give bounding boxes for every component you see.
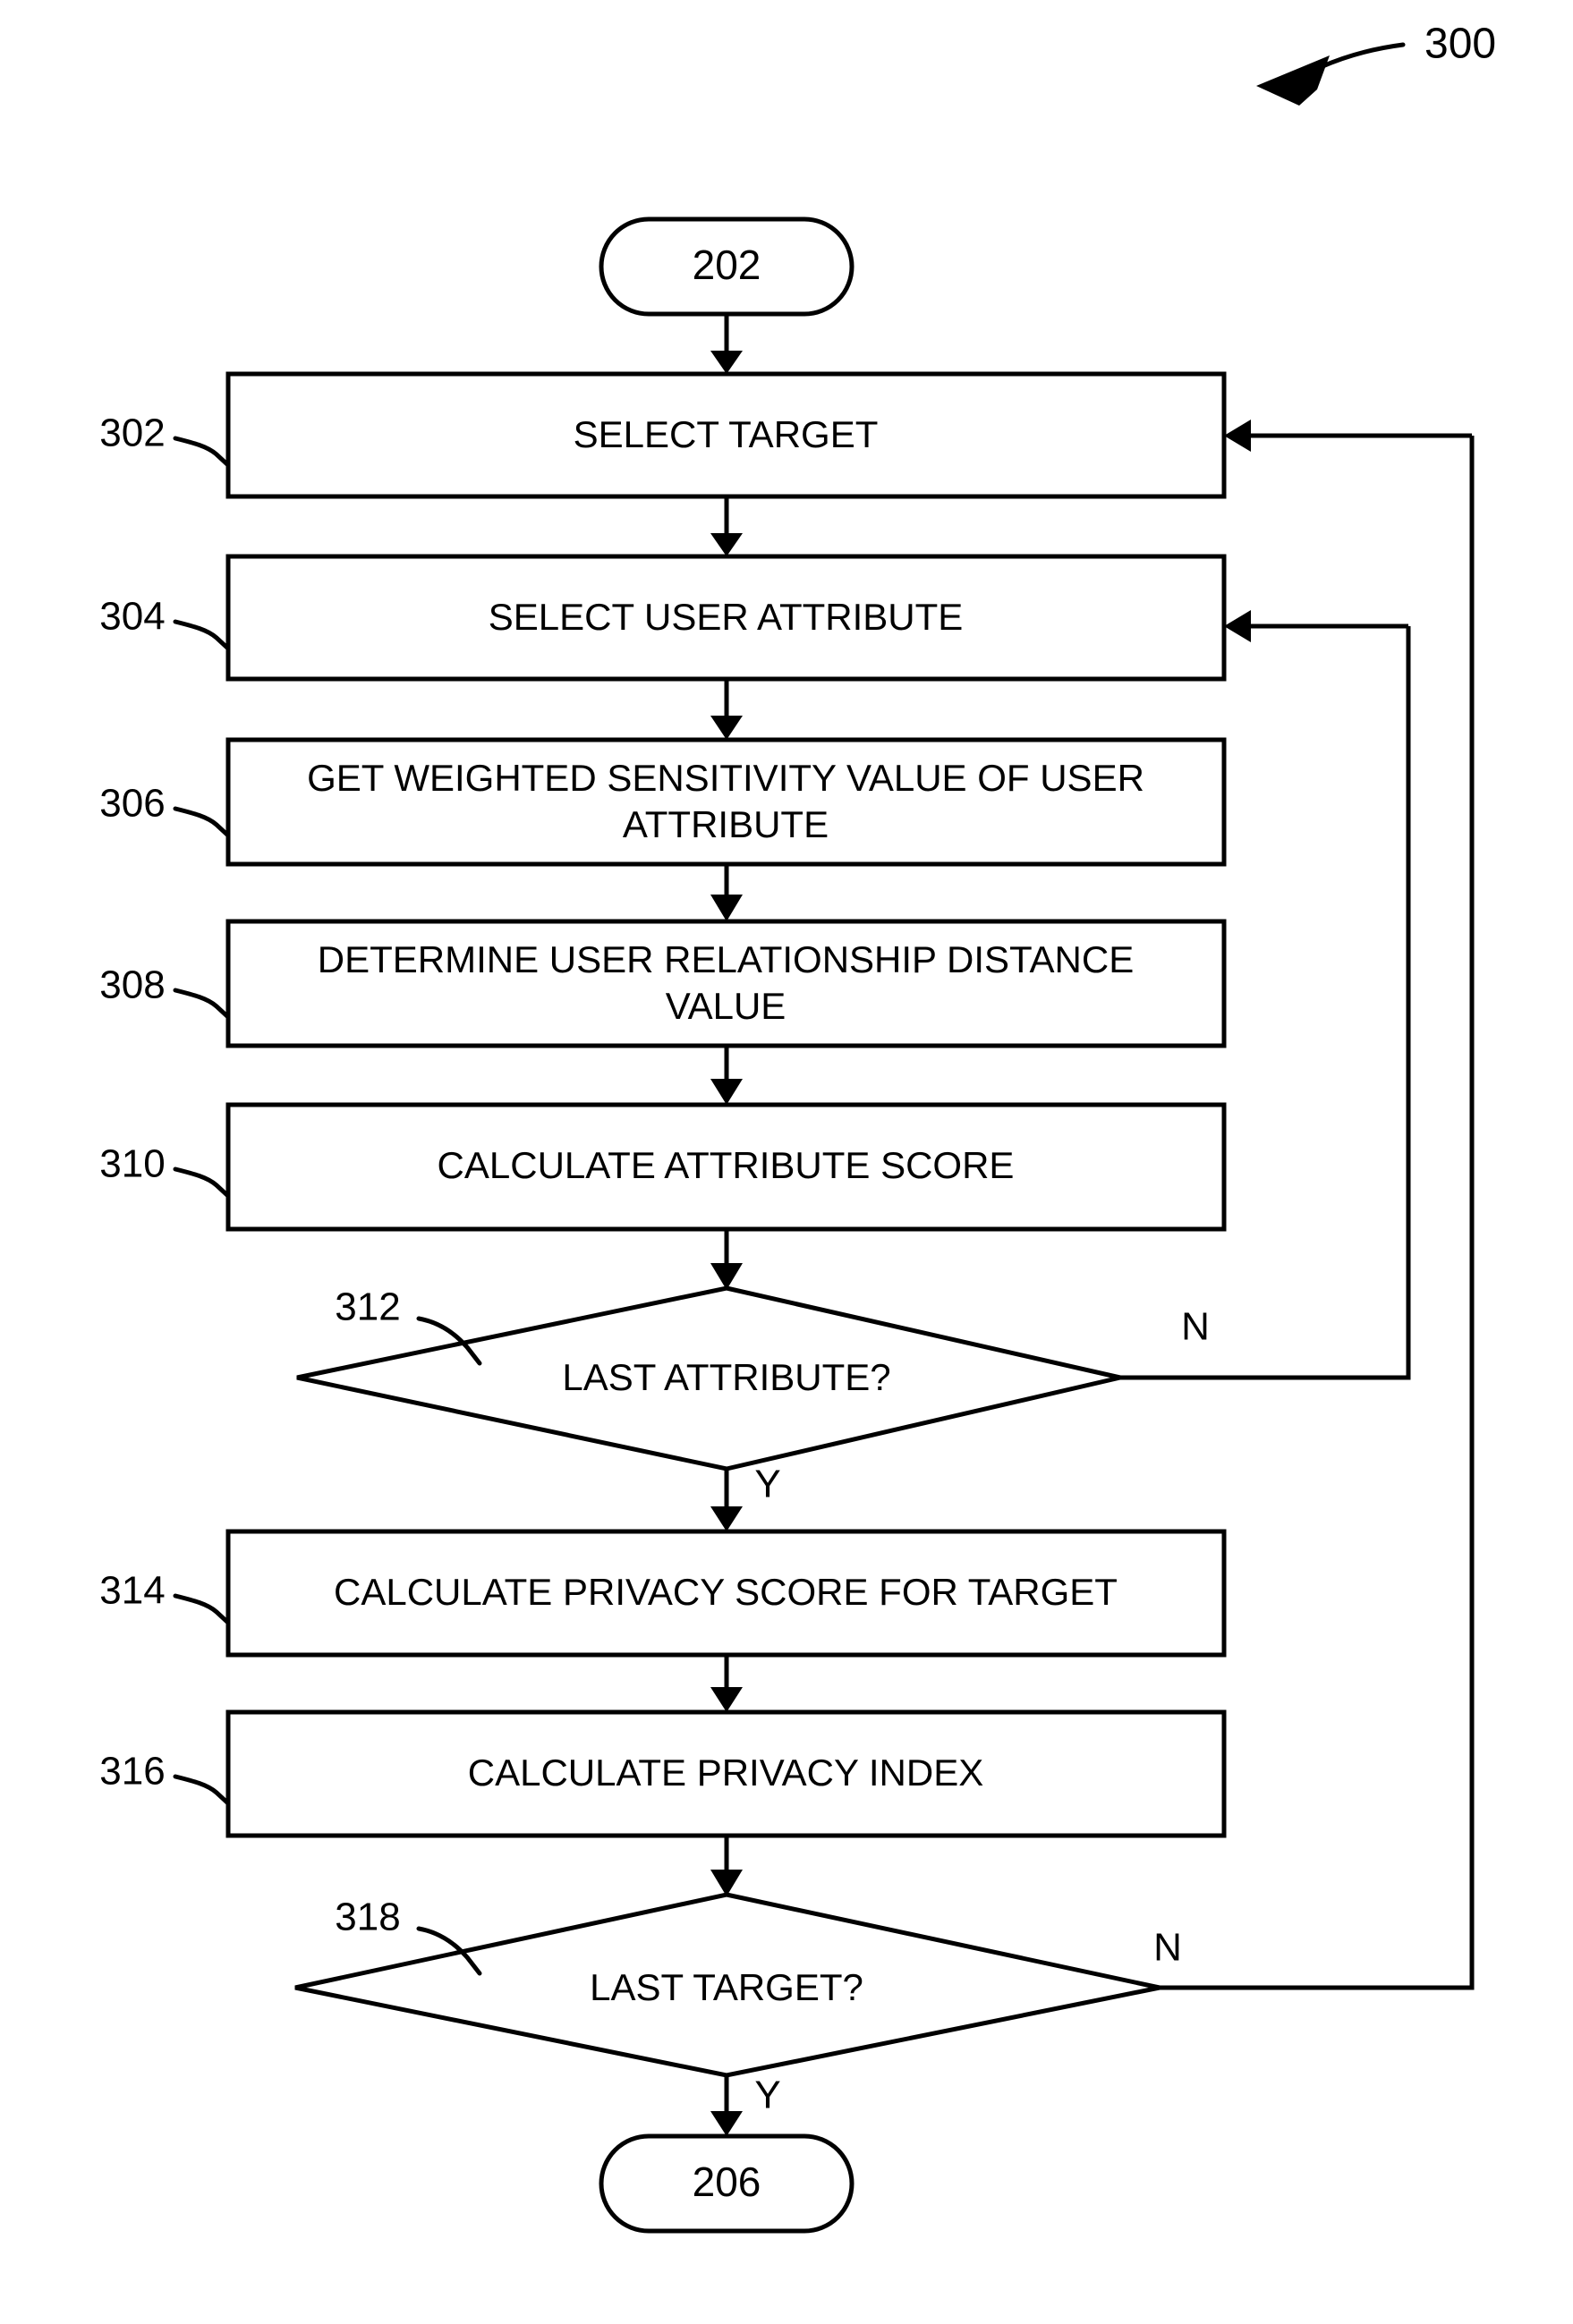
node-318: LAST TARGET? [294, 1892, 1161, 2078]
curved-arrow-head-icon [1256, 55, 1330, 106]
reference-number-314: 314 [99, 1569, 165, 1613]
node-312: LAST ATTRIBUTE? [296, 1285, 1121, 1472]
process-box-306-label-line2: ATTRIBUTE [623, 803, 829, 845]
figure-number-label: 300 [1424, 21, 1496, 68]
figure-canvas: 300 202 SELECT TARGET 302 SELECT USER AT… [0, 0, 1573, 2324]
curved-arrow-icon [1318, 42, 1406, 70]
reference-number-304: 304 [99, 595, 165, 639]
figure-number-group: 300 [1256, 21, 1496, 106]
process-box-304-label: SELECT USER ATTRIBUTE [489, 596, 964, 638]
connector-316-to-318 [710, 1836, 743, 1896]
end-terminator-label: 206 [693, 2159, 761, 2205]
branch-label-318-no: N [1153, 1926, 1182, 1970]
reference-308: 308 [99, 963, 231, 1020]
connector-304-to-306 [710, 679, 743, 740]
reference-number-308: 308 [99, 963, 165, 1007]
decision-diamond-312-label: LAST ATTRIBUTE? [562, 1356, 890, 1398]
connector-310-to-312 [710, 1229, 743, 1290]
reference-314: 314 [99, 1569, 231, 1625]
process-box-308-label-line2: VALUE [666, 985, 786, 1027]
branch-label-312-no: N [1181, 1305, 1210, 1349]
reference-316: 316 [99, 1750, 231, 1806]
node-302: SELECT TARGET [225, 371, 1227, 499]
node-306: GET WEIGHTED SENSITIVITY VALUE OF USER A… [225, 737, 1227, 867]
connector-308-to-310 [710, 1046, 743, 1105]
connector-start-to-302 [710, 314, 743, 374]
node-310: CALCULATE ATTRIBUTE SCORE [225, 1102, 1227, 1232]
reference-306: 306 [99, 782, 231, 838]
start-terminator-label: 202 [693, 242, 761, 288]
node-316: CALCULATE PRIVACY INDEX [225, 1709, 1227, 1838]
node-314: CALCULATE PRIVACY SCORE FOR TARGET [225, 1529, 1227, 1658]
reference-310: 310 [99, 1142, 231, 1199]
reference-number-312: 312 [335, 1285, 400, 1329]
reference-number-302: 302 [99, 411, 165, 455]
branch-label-318-yes: Y [754, 2074, 780, 2117]
process-box-310-label: CALCULATE ATTRIBUTE SCORE [438, 1144, 1015, 1186]
decision-diamond-318-label: LAST TARGET? [590, 1966, 863, 2008]
reference-number-306: 306 [99, 782, 165, 826]
reference-302: 302 [99, 411, 231, 468]
reference-number-316: 316 [99, 1750, 165, 1794]
connector-302-to-304 [710, 496, 743, 556]
node-end-206: 206 [599, 2133, 855, 2234]
connector-314-to-316 [710, 1655, 743, 1712]
reference-number-310: 310 [99, 1142, 165, 1186]
branch-318-yes: Y [710, 2074, 781, 2136]
process-box-306-label-line1: GET WEIGHTED SENSITIVITY VALUE OF USER [307, 757, 1144, 799]
process-box-302-label: SELECT TARGET [574, 413, 879, 455]
node-308: DETERMINE USER RELATIONSHIP DISTANCE VAL… [225, 919, 1227, 1048]
node-start-202: 202 [599, 216, 855, 317]
branch-312-yes: Y [710, 1463, 781, 1531]
reference-304: 304 [99, 595, 231, 651]
process-box-316-label: CALCULATE PRIVACY INDEX [468, 1751, 984, 1794]
flowchart-diagram: 300 202 SELECT TARGET 302 SELECT USER AT… [99, 21, 1496, 2234]
connector-306-to-308 [710, 864, 743, 921]
branch-label-312-yes: Y [754, 1463, 780, 1506]
process-box-314-label: CALCULATE PRIVACY SCORE FOR TARGET [334, 1571, 1118, 1613]
reference-number-318: 318 [335, 1896, 400, 1939]
node-304: SELECT USER ATTRIBUTE [225, 554, 1227, 682]
process-box-308-label-line1: DETERMINE USER RELATIONSHIP DISTANCE [318, 938, 1134, 980]
